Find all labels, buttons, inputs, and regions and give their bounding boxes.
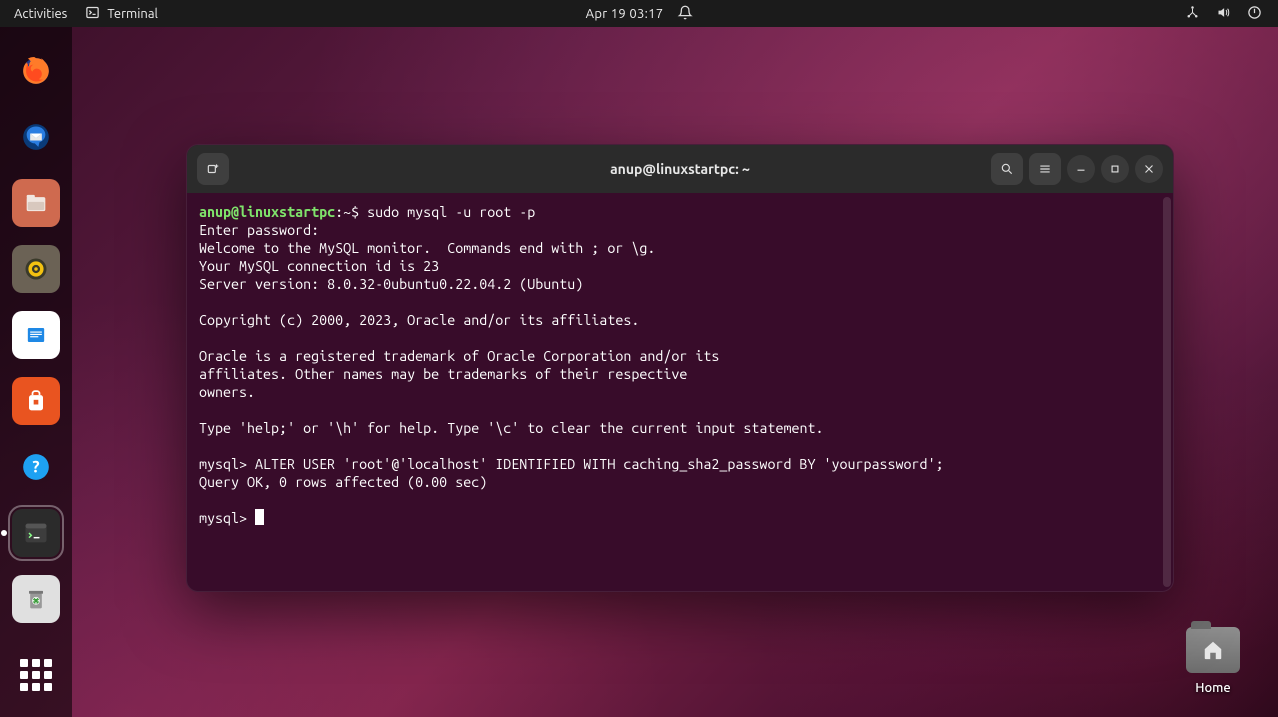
dock-item-help[interactable]: ? bbox=[12, 443, 60, 491]
search-button[interactable] bbox=[991, 153, 1023, 185]
apps-grid-icon bbox=[20, 659, 52, 691]
terminal-prompt-path: :~$ bbox=[335, 204, 367, 220]
terminal-line: Server version: 8.0.32-0ubuntu0.22.04.2 … bbox=[199, 276, 583, 292]
terminal-icon bbox=[85, 5, 100, 23]
top-panel: Activities Terminal Apr 19 03:17 bbox=[0, 0, 1278, 27]
terminal-title: anup@linuxstartpc: ~ bbox=[187, 161, 1173, 177]
terminal-line: mysql> bbox=[199, 510, 255, 526]
dock-item-files[interactable] bbox=[12, 179, 60, 227]
maximize-button[interactable] bbox=[1101, 155, 1129, 183]
menu-button[interactable] bbox=[1029, 153, 1061, 185]
home-folder-icon bbox=[1186, 627, 1240, 673]
volume-icon[interactable] bbox=[1216, 5, 1231, 23]
network-icon[interactable] bbox=[1185, 5, 1200, 23]
close-button[interactable] bbox=[1135, 155, 1163, 183]
new-tab-button[interactable] bbox=[197, 153, 229, 185]
terminal-line: Your MySQL connection id is 23 bbox=[199, 258, 439, 274]
dock-show-apps[interactable] bbox=[12, 651, 60, 699]
notification-icon bbox=[677, 5, 692, 23]
dock-item-software[interactable] bbox=[12, 377, 60, 425]
dock-item-thunderbird[interactable] bbox=[12, 113, 60, 161]
panel-app-menu[interactable]: Terminal bbox=[85, 5, 158, 23]
dock: ? bbox=[0, 27, 72, 717]
terminal-prompt-userhost: anup@linuxstartpc bbox=[199, 204, 335, 220]
terminal-line: Query OK, 0 rows affected (0.00 sec) bbox=[199, 474, 487, 490]
terminal-line: owners. bbox=[199, 384, 255, 400]
terminal-scrollbar[interactable] bbox=[1163, 197, 1171, 587]
svg-text:?: ? bbox=[32, 458, 39, 476]
terminal-line: Welcome to the MySQL monitor. Commands e… bbox=[199, 240, 655, 256]
panel-left: Activities Terminal bbox=[0, 5, 158, 23]
terminal-titlebar[interactable]: anup@linuxstartpc: ~ bbox=[187, 145, 1173, 193]
minimize-button[interactable] bbox=[1067, 155, 1095, 183]
dock-item-terminal[interactable] bbox=[12, 509, 60, 557]
terminal-prompt-command: sudo mysql -u root -p bbox=[367, 204, 535, 220]
activities-button[interactable]: Activities bbox=[14, 7, 67, 21]
dock-item-firefox[interactable] bbox=[12, 47, 60, 95]
panel-app-name: Terminal bbox=[107, 7, 158, 21]
panel-system-tray[interactable] bbox=[1185, 5, 1278, 23]
panel-clock-area[interactable]: Apr 19 03:17 bbox=[586, 5, 693, 23]
dock-item-trash[interactable] bbox=[12, 575, 60, 623]
terminal-window: anup@linuxstartpc: ~ anup@linuxstartpc:~… bbox=[186, 144, 1174, 592]
terminal-line: affiliates. Other names may be trademark… bbox=[199, 366, 687, 382]
dock-item-libreoffice-writer[interactable] bbox=[12, 311, 60, 359]
terminal-line: Type 'help;' or '\h' for help. Type '\c'… bbox=[199, 420, 823, 436]
terminal-cursor bbox=[255, 509, 264, 525]
terminal-line: Enter password: bbox=[199, 222, 319, 238]
terminal-line: Oracle is a registered trademark of Orac… bbox=[199, 348, 719, 364]
panel-clock: Apr 19 03:17 bbox=[586, 7, 664, 21]
desktop-home-label: Home bbox=[1195, 681, 1230, 695]
power-icon[interactable] bbox=[1247, 5, 1262, 23]
terminal-line: mysql> ALTER USER 'root'@'localhost' IDE… bbox=[199, 456, 944, 472]
terminal-line: Copyright (c) 2000, 2023, Oracle and/or … bbox=[199, 312, 639, 328]
terminal-body[interactable]: anup@linuxstartpc:~$ sudo mysql -u root … bbox=[187, 193, 1173, 591]
desktop-home-icon[interactable]: Home bbox=[1186, 627, 1240, 695]
dock-item-rhythmbox[interactable] bbox=[12, 245, 60, 293]
